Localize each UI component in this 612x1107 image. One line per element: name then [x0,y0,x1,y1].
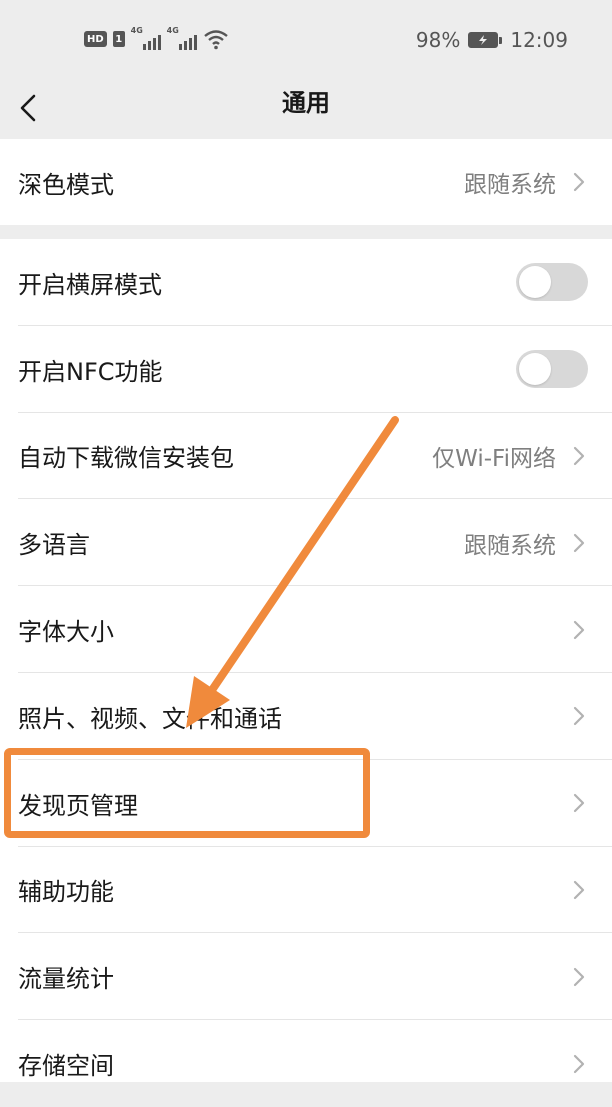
setting-label: 多语言 [18,531,90,560]
setting-value: 跟随系统 [464,172,556,198]
navigation-bar: 通用 [0,78,612,138]
setting-row-data-usage[interactable]: 流量统计 [0,933,612,1021]
setting-row-discover-management[interactable]: 发现页管理 [0,760,612,847]
setting-label: 发现页管理 [18,791,138,820]
setting-label: 自动下载微信安装包 [18,444,234,473]
setting-label: 照片、视频、文件和通话 [18,704,282,733]
wifi-icon [203,30,228,50]
signal-icon-2: 4G [167,26,197,50]
setting-row-media[interactable]: 照片、视频、文件和通话 [0,673,612,760]
setting-label: 深色模式 [18,170,114,199]
chevron-right-icon [573,707,585,726]
setting-label: 开启NFC功能 [18,357,163,386]
chevron-right-icon [573,967,585,986]
setting-row-nfc[interactable]: 开启NFC功能 [0,326,612,413]
signal-icon: 4G [131,26,161,50]
setting-row-landscape-mode[interactable]: 开启横屏模式 [0,239,612,326]
hd-icon: HD [84,31,107,47]
chevron-right-icon [573,172,585,192]
sim-icon: 1 [112,31,125,47]
setting-row-storage[interactable]: 存储空间 [0,1020,612,1107]
chevron-right-icon [573,880,585,900]
toggle-knob [519,353,551,386]
chevron-right-icon [573,620,585,639]
setting-row-font-size[interactable]: 字体大小 [0,586,612,673]
setting-row-dark-mode[interactable]: 深色模式 跟随系统 [0,139,612,225]
chevron-right-icon [573,533,585,552]
settings-group-general: 开启横屏模式 开启NFC功能 自动下载微信安装包 仅Wi-Fi网络 多语言 跟随… [0,239,612,1082]
settings-group-display: 深色模式 跟随系统 [0,139,612,225]
setting-label: 流量统计 [18,965,114,994]
status-bar: HD 1 4G 4G 98% 12:09 [0,0,612,78]
chevron-right-icon [573,446,585,466]
landscape-toggle[interactable] [516,263,588,302]
setting-row-accessibility[interactable]: 辅助功能 [0,847,612,934]
page-title: 通用 [282,89,330,117]
toggle-knob [519,266,551,299]
chevron-right-icon [573,1054,585,1073]
setting-row-language[interactable]: 多语言 跟随系统 [0,499,612,587]
nfc-toggle[interactable] [516,350,588,389]
setting-row-auto-download[interactable]: 自动下载微信安装包 仅Wi-Fi网络 [0,413,612,500]
setting-value: 仅Wi-Fi网络 [432,445,556,472]
setting-label: 辅助功能 [18,878,114,907]
setting-label: 字体大小 [18,618,114,647]
battery-charging-icon [468,32,503,48]
chevron-right-icon [573,794,585,813]
battery-percent: 98% [415,28,461,52]
setting-label: 存储空间 [18,1052,114,1081]
setting-label: 开启横屏模式 [18,270,162,299]
clock: 12:09 [510,28,568,52]
setting-value: 跟随系统 [464,532,556,559]
